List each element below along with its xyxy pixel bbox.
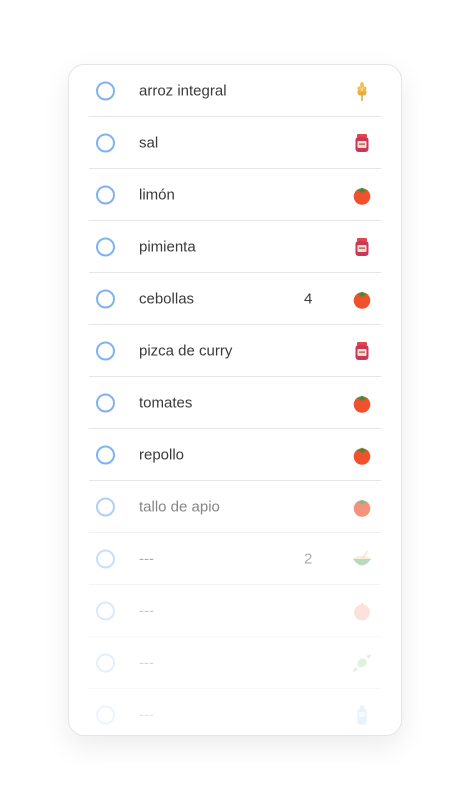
tomato-icon <box>351 392 373 414</box>
peach-icon <box>351 600 373 622</box>
list-item[interactable]: limón <box>89 169 381 221</box>
tomato-icon <box>351 444 373 466</box>
checkbox[interactable] <box>96 653 115 672</box>
list-item[interactable]: pizca de curry <box>89 325 381 377</box>
item-label: --- <box>139 550 154 567</box>
list-item[interactable]: repollo <box>89 429 381 481</box>
list-item[interactable]: sal <box>89 117 381 169</box>
shopping-list-card: arroz integral sal limón pimienta ceboll… <box>68 64 402 736</box>
item-quantity: 2 <box>304 550 313 567</box>
list-item[interactable]: cebollas 4 <box>89 273 381 325</box>
checkbox[interactable] <box>96 601 115 620</box>
item-label: pimienta <box>139 238 196 255</box>
checkbox[interactable] <box>96 341 115 360</box>
checkbox[interactable] <box>96 393 115 412</box>
grain-icon <box>351 80 373 102</box>
list-item[interactable]: tomates <box>89 377 381 429</box>
list-item[interactable]: tallo de apio <box>89 481 381 533</box>
list-item[interactable]: arroz integral <box>89 65 381 117</box>
checkbox[interactable] <box>96 445 115 464</box>
item-label: repollo <box>139 446 185 463</box>
item-label: sal <box>139 134 159 151</box>
bowl-icon <box>351 548 373 570</box>
item-quantity: 4 <box>304 290 313 307</box>
item-label: tallo de apio <box>139 498 220 515</box>
bottle-icon <box>351 704 373 726</box>
jar-icon <box>351 236 373 258</box>
list-item[interactable]: --- <box>89 689 381 735</box>
jar-icon <box>351 132 373 154</box>
list-item[interactable]: --- <box>89 637 381 689</box>
checkbox[interactable] <box>96 705 115 724</box>
checkbox[interactable] <box>96 549 115 568</box>
list-item[interactable]: --- 2 <box>89 533 381 585</box>
checkbox[interactable] <box>96 133 115 152</box>
list-item[interactable]: pimienta <box>89 221 381 273</box>
tomato-icon <box>351 496 373 518</box>
tomato-icon <box>351 288 373 310</box>
checkbox[interactable] <box>96 185 115 204</box>
item-label: --- <box>139 654 154 671</box>
item-label: --- <box>139 706 154 723</box>
checkbox[interactable] <box>96 81 115 100</box>
item-label: limón <box>139 186 175 203</box>
item-label: arroz integral <box>139 82 227 99</box>
item-label: pizca de curry <box>139 342 233 359</box>
checkbox[interactable] <box>96 237 115 256</box>
list-item[interactable]: --- <box>89 585 381 637</box>
checkbox[interactable] <box>96 497 115 516</box>
checkbox[interactable] <box>96 289 115 308</box>
candy-icon <box>351 652 373 674</box>
item-label: --- <box>139 602 154 619</box>
item-label: cebollas <box>139 290 195 307</box>
item-label: tomates <box>139 394 193 411</box>
tomato-icon <box>351 184 373 206</box>
jar-icon <box>351 340 373 362</box>
